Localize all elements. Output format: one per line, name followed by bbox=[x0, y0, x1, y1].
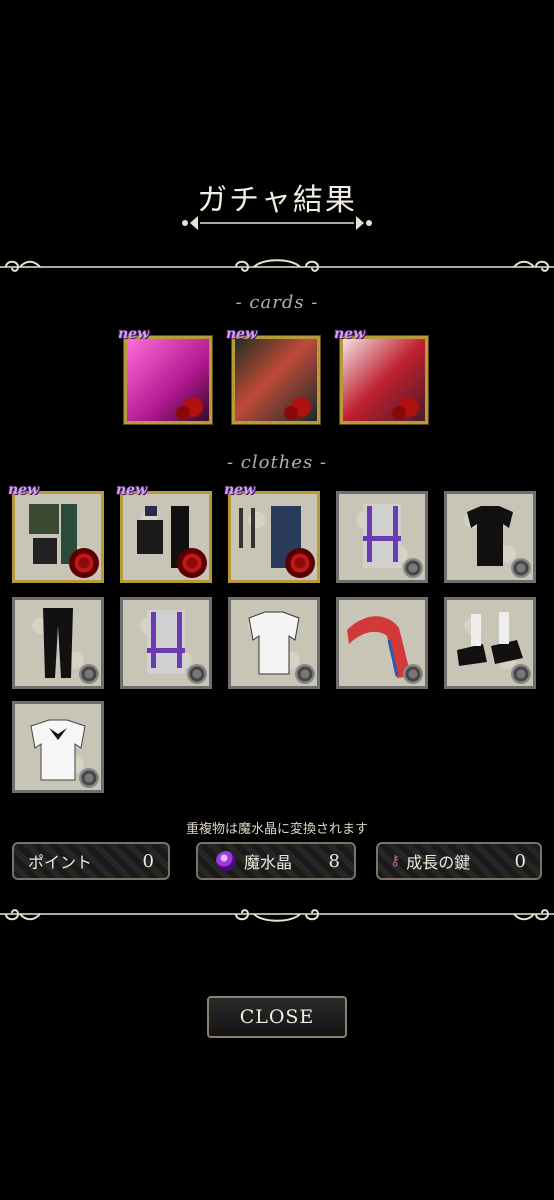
points-value: 0 bbox=[142, 850, 154, 872]
card-1-rose-icon bbox=[176, 397, 203, 420]
gold-rose-icon bbox=[285, 548, 315, 578]
clothes-item-7[interactable] bbox=[120, 597, 212, 689]
key-label: 成長の鍵 bbox=[406, 853, 471, 872]
clothes-item-9[interactable] bbox=[336, 597, 428, 689]
points-counter: ポイント 0 bbox=[12, 842, 170, 880]
clothes-item-3-new-badge: new bbox=[224, 482, 256, 498]
silver-rose-icon bbox=[511, 664, 531, 684]
clothes-item-4[interactable] bbox=[336, 491, 428, 583]
crystal-value: 8 bbox=[328, 850, 340, 872]
title-ornament-icon bbox=[182, 216, 372, 230]
silver-rose-icon bbox=[295, 664, 315, 684]
card-3[interactable] bbox=[340, 336, 428, 424]
clothes-item-5[interactable] bbox=[444, 491, 536, 583]
clothes-item-2-new-badge: new bbox=[116, 482, 148, 498]
clothes-item-1[interactable] bbox=[12, 491, 104, 583]
points-label: ポイント bbox=[28, 853, 93, 872]
crystal-counter: 魔水晶 8 bbox=[196, 842, 356, 880]
clothes-item-11[interactable] bbox=[12, 701, 104, 793]
duplicate-note: 重複物は魔水晶に変換されます bbox=[185, 822, 368, 837]
top-divider-ornament-icon bbox=[0, 259, 554, 272]
silver-rose-icon bbox=[511, 558, 531, 578]
bottom-divider-ornament-icon bbox=[0, 909, 554, 922]
card-3-rose-icon bbox=[392, 397, 419, 420]
clothes-item-2[interactable] bbox=[120, 491, 212, 583]
silver-rose-icon bbox=[403, 558, 423, 578]
crystal-label: 魔水晶 bbox=[244, 853, 293, 872]
silver-rose-icon bbox=[79, 768, 99, 788]
silver-rose-icon bbox=[403, 664, 423, 684]
key-counter: ⚷ 成長の鍵 0 bbox=[376, 842, 542, 880]
gold-rose-icon bbox=[177, 548, 207, 578]
purple-gem-icon bbox=[216, 851, 236, 871]
card-2[interactable] bbox=[232, 336, 320, 424]
card-1-new-badge: new bbox=[118, 326, 150, 342]
clothes-section-label: - clothes - bbox=[227, 452, 327, 473]
gold-rose-icon bbox=[69, 548, 99, 578]
clothes-item-1-new-badge: new bbox=[8, 482, 40, 498]
card-3-new-badge: new bbox=[334, 326, 366, 342]
clothes-item-10[interactable] bbox=[444, 597, 536, 689]
card-2-new-badge: new bbox=[226, 326, 258, 342]
silver-rose-icon bbox=[79, 664, 99, 684]
silver-rose-icon bbox=[187, 664, 207, 684]
clothes-item-8[interactable] bbox=[228, 597, 320, 689]
key-icon: ⚷ bbox=[390, 853, 401, 869]
close-button[interactable]: CLOSE bbox=[207, 996, 347, 1038]
card-1[interactable] bbox=[124, 336, 212, 424]
card-2-rose-icon bbox=[284, 397, 311, 420]
cards-section-label: - cards - bbox=[235, 292, 319, 313]
clothes-item-3[interactable] bbox=[228, 491, 320, 583]
clothes-item-6[interactable] bbox=[12, 597, 104, 689]
key-value: 0 bbox=[514, 850, 526, 872]
